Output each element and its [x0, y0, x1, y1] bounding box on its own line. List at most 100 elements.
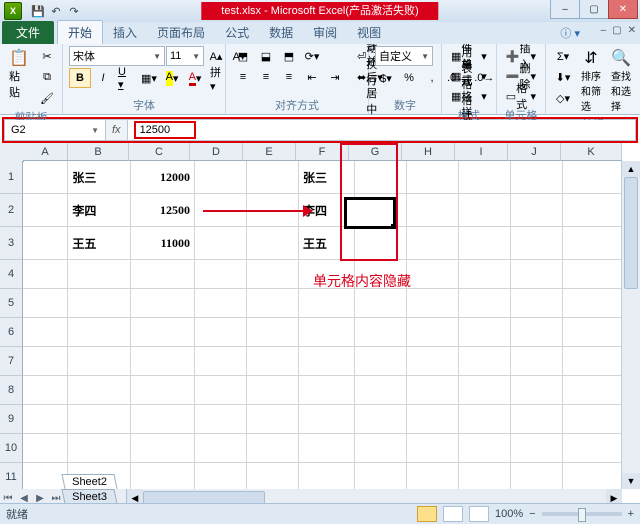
cell-E7[interactable]: [247, 347, 299, 376]
cell-I8[interactable]: [459, 376, 511, 405]
name-box[interactable]: G2▼: [5, 120, 106, 140]
cell-D9[interactable]: [195, 405, 247, 434]
zoom-in-button[interactable]: +: [628, 508, 634, 520]
cell-A3[interactable]: [23, 227, 68, 260]
sheet-tab-Sheet3[interactable]: Sheet3: [61, 489, 117, 504]
currency-icon[interactable]: $▾: [375, 68, 397, 88]
cell-E8[interactable]: [247, 376, 299, 405]
cell-B6[interactable]: [68, 318, 131, 347]
cell-E11[interactable]: [247, 463, 299, 492]
cell-A7[interactable]: [23, 347, 68, 376]
cell-K11[interactable]: [563, 463, 622, 492]
indent-dec-icon[interactable]: ⇤: [301, 67, 323, 87]
cell-G10[interactable]: [355, 434, 407, 463]
cell-F5[interactable]: [299, 289, 355, 318]
number-format-select[interactable]: 自定义▼: [375, 46, 433, 66]
cell-K8[interactable]: [563, 376, 622, 405]
paste-button[interactable]: 📋粘贴: [6, 46, 32, 102]
find-select-button[interactable]: 🔍查找和选择: [608, 46, 634, 115]
align-center-icon[interactable]: ≡: [255, 67, 277, 87]
row-header-7[interactable]: 7: [0, 347, 23, 376]
cell-J10[interactable]: [511, 434, 563, 463]
cell-K2[interactable]: [563, 194, 622, 227]
underline-button[interactable]: U ▾: [115, 68, 137, 88]
cell-K6[interactable]: [563, 318, 622, 347]
percent-icon[interactable]: %: [398, 68, 420, 88]
cell-B8[interactable]: [68, 376, 131, 405]
cell-G5[interactable]: [355, 289, 407, 318]
file-tab[interactable]: 文件: [2, 21, 54, 44]
align-bottom-icon[interactable]: ⬒: [278, 46, 300, 66]
zoom-out-button[interactable]: −: [529, 508, 535, 520]
font-name-select[interactable]: 宋体▼: [69, 46, 165, 66]
cell-I6[interactable]: [459, 318, 511, 347]
cell-C8[interactable]: [131, 376, 195, 405]
sort-filter-button[interactable]: ⇵排序和筛选: [578, 46, 604, 115]
row-header-11[interactable]: 11: [0, 463, 23, 492]
copy-icon[interactable]: ⧉: [36, 67, 58, 87]
row-header-10[interactable]: 10: [0, 434, 23, 463]
cell-D6[interactable]: [195, 318, 247, 347]
cell-K9[interactable]: [563, 405, 622, 434]
cell-A10[interactable]: [23, 434, 68, 463]
cell-I1[interactable]: [459, 161, 511, 194]
cell-J5[interactable]: [511, 289, 563, 318]
tab-页面布局[interactable]: 页面布局: [147, 21, 215, 44]
cell-B4[interactable]: [68, 260, 131, 289]
col-header-G[interactable]: G: [349, 143, 402, 161]
cell-G7[interactable]: [355, 347, 407, 376]
cell-J7[interactable]: [511, 347, 563, 376]
fill-color-button[interactable]: A▾: [161, 68, 183, 88]
cell-J6[interactable]: [511, 318, 563, 347]
cell-F9[interactable]: [299, 405, 355, 434]
view-layout-button[interactable]: [443, 506, 463, 522]
row-header-6[interactable]: 6: [0, 318, 23, 347]
view-pagebreak-button[interactable]: [469, 506, 489, 522]
tab-数据[interactable]: 数据: [259, 21, 303, 44]
cell-F10[interactable]: [299, 434, 355, 463]
maximize-button[interactable]: ▢: [579, 0, 609, 19]
save-icon[interactable]: 💾: [30, 3, 46, 19]
scroll-down-icon[interactable]: ▼: [622, 473, 640, 489]
cell-E10[interactable]: [247, 434, 299, 463]
col-header-K[interactable]: K: [561, 143, 622, 161]
cell-I7[interactable]: [459, 347, 511, 376]
orient-icon[interactable]: ⟳▾: [301, 46, 323, 66]
row-header-2[interactable]: 2: [0, 194, 23, 227]
cell-G11[interactable]: [355, 463, 407, 492]
cell-F3[interactable]: 王五: [299, 227, 355, 260]
mdi-close-icon[interactable]: ✕: [628, 25, 636, 36]
cell-D11[interactable]: [195, 463, 247, 492]
tab-公式[interactable]: 公式: [215, 21, 259, 44]
cell-D2[interactable]: [195, 194, 247, 227]
cell-I4[interactable]: [459, 260, 511, 289]
cell-H2[interactable]: [407, 194, 459, 227]
comma-icon[interactable]: ,: [421, 68, 443, 88]
col-header-F[interactable]: F: [296, 143, 349, 161]
cell-H4[interactable]: [407, 260, 459, 289]
cell-K4[interactable]: [563, 260, 622, 289]
undo-icon[interactable]: ↶: [48, 3, 64, 19]
cell-D7[interactable]: [195, 347, 247, 376]
cell-E4[interactable]: [247, 260, 299, 289]
cell-F6[interactable]: [299, 318, 355, 347]
row-header-5[interactable]: 5: [0, 289, 23, 318]
cell-F11[interactable]: [299, 463, 355, 492]
cell-I9[interactable]: [459, 405, 511, 434]
cell-C1[interactable]: 12000: [131, 161, 195, 194]
cell-D10[interactable]: [195, 434, 247, 463]
cell-H5[interactable]: [407, 289, 459, 318]
ribbon-minimize-icon[interactable]: ⓘ ▾: [560, 25, 580, 41]
align-middle-icon[interactable]: ⬓: [255, 46, 277, 66]
format-cells-button[interactable]: ▭格式▾: [503, 86, 539, 106]
tab-prev-icon[interactable]: ◀: [16, 493, 32, 504]
border-button[interactable]: ▦▾: [138, 68, 160, 88]
cell-K10[interactable]: [563, 434, 622, 463]
cell-E6[interactable]: [247, 318, 299, 347]
col-header-H[interactable]: H: [402, 143, 455, 161]
align-top-icon[interactable]: ⬒: [232, 46, 254, 66]
cell-C3[interactable]: 11000: [131, 227, 195, 260]
cell-I2[interactable]: [459, 194, 511, 227]
cell-G1[interactable]: [355, 161, 407, 194]
cell-I5[interactable]: [459, 289, 511, 318]
